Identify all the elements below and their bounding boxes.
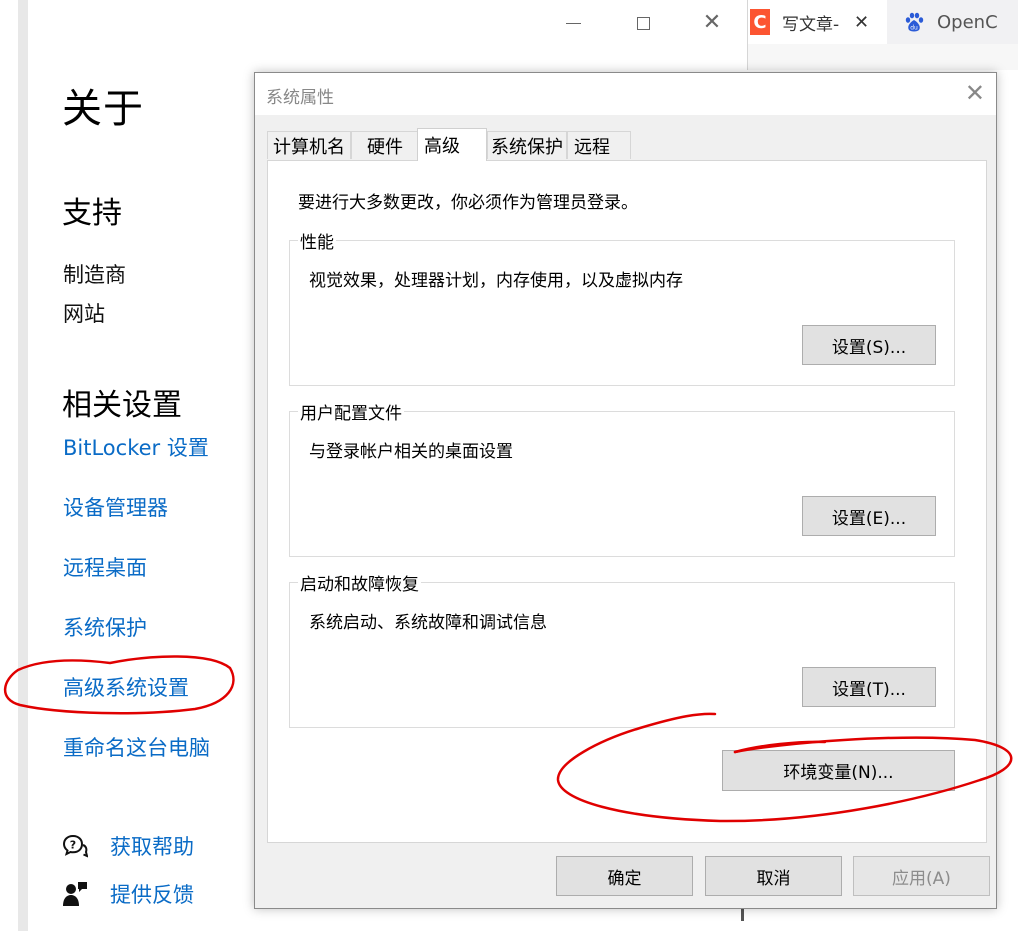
group-performance: 性能 视觉效果，处理器计划，内存使用，以及虚拟内存 设置(S)... xyxy=(289,228,955,386)
link-advanced-system-settings[interactable]: 高级系统设置 xyxy=(63,672,189,702)
group-startup-recovery: 启动和故障恢复 系统启动、系统故障和调试信息 设置(T)... xyxy=(289,570,955,728)
ok-button[interactable]: 确定 xyxy=(556,856,693,896)
tab-advanced[interactable]: 高级 xyxy=(417,128,487,161)
baidu-paw-icon: du xyxy=(905,12,924,32)
browser-tab-csdn[interactable]: C 写文章- ✕ xyxy=(748,0,886,44)
link-bitlocker[interactable]: BitLocker 设置 xyxy=(63,432,209,462)
admin-notice: 要进行大多数更改，你必须作为管理员登录。 xyxy=(298,193,638,213)
support-heading: 支持 xyxy=(62,196,122,231)
link-device-manager[interactable]: 设备管理器 xyxy=(63,492,168,522)
system-properties-dialog: 系统属性 ✕ 计算机名 硬件 高级 系统保护 远程 要进行大多数更改，你必须作为… xyxy=(254,72,997,909)
svg-text:du: du xyxy=(910,25,918,32)
performance-settings-button[interactable]: 设置(S)... xyxy=(802,325,936,365)
cancel-button[interactable]: 取消 xyxy=(705,856,842,896)
close-button[interactable]: ✕ xyxy=(684,5,740,41)
group-startup-recovery-label: 启动和故障恢复 xyxy=(298,570,421,595)
tab-computer-name[interactable]: 计算机名 xyxy=(267,131,351,159)
page-title: 关于 xyxy=(62,86,144,132)
support-item-website: 网站 xyxy=(63,302,105,326)
window-left-edge xyxy=(18,0,28,931)
feedback-link[interactable]: 提供反馈 xyxy=(62,879,194,909)
user-profiles-settings-button[interactable]: 设置(E)... xyxy=(802,496,936,536)
minimize-button[interactable] xyxy=(545,5,601,41)
link-system-protection[interactable]: 系统保护 xyxy=(63,612,147,642)
browser-tab-baidu[interactable]: du OpenC xyxy=(887,0,1018,44)
apply-button[interactable]: 应用(A) xyxy=(853,856,990,896)
browser-tab-title: 写文章- xyxy=(782,14,840,35)
group-performance-desc: 视觉效果，处理器计划，内存使用，以及虚拟内存 xyxy=(309,271,683,291)
tab-remote[interactable]: 远程 xyxy=(567,131,631,159)
environment-variables-button[interactable]: 环境变量(N)... xyxy=(722,750,955,791)
link-rename-pc[interactable]: 重命名这台电脑 xyxy=(63,732,210,762)
maximize-icon xyxy=(636,16,650,30)
feedback-label: 提供反馈 xyxy=(110,883,194,907)
group-user-profiles-desc: 与登录帐户相关的桌面设置 xyxy=(309,442,513,462)
minimize-icon xyxy=(565,22,581,24)
group-user-profiles-label: 用户配置文件 xyxy=(298,399,404,424)
tab-close-icon[interactable]: ✕ xyxy=(854,12,869,33)
browser-tabstrip: C 写文章- ✕ du OpenC xyxy=(747,0,1018,70)
get-help-link[interactable]: ? 获取帮助 xyxy=(62,831,194,861)
tab-hardware[interactable]: 硬件 xyxy=(351,131,419,159)
browser-tab-title-2: OpenC xyxy=(937,11,997,33)
support-item-manufacturer: 制造商 xyxy=(63,263,126,287)
group-performance-label: 性能 xyxy=(298,228,336,253)
svg-text:?: ? xyxy=(70,839,76,852)
help-chat-icon: ? xyxy=(62,834,88,858)
dialog-titlebar: 系统属性 ✕ xyxy=(255,73,996,115)
dialog-title: 系统属性 xyxy=(266,88,334,108)
feedback-person-icon xyxy=(63,882,87,906)
related-settings-heading: 相关设置 xyxy=(62,388,182,423)
csdn-favicon-icon: C xyxy=(750,9,770,35)
maximize-button[interactable] xyxy=(615,5,671,41)
browser-toolbar-area xyxy=(748,44,1018,70)
dialog-close-icon[interactable]: ✕ xyxy=(965,81,985,105)
close-icon: ✕ xyxy=(702,10,722,35)
group-user-profiles: 用户配置文件 与登录帐户相关的桌面设置 设置(E)... xyxy=(289,399,955,557)
group-startup-recovery-desc: 系统启动、系统故障和调试信息 xyxy=(309,613,547,633)
startup-recovery-settings-button[interactable]: 设置(T)... xyxy=(802,667,936,707)
get-help-label: 获取帮助 xyxy=(110,835,194,859)
link-remote-desktop[interactable]: 远程桌面 xyxy=(63,552,147,582)
tab-system-protection[interactable]: 系统保护 xyxy=(487,131,567,159)
